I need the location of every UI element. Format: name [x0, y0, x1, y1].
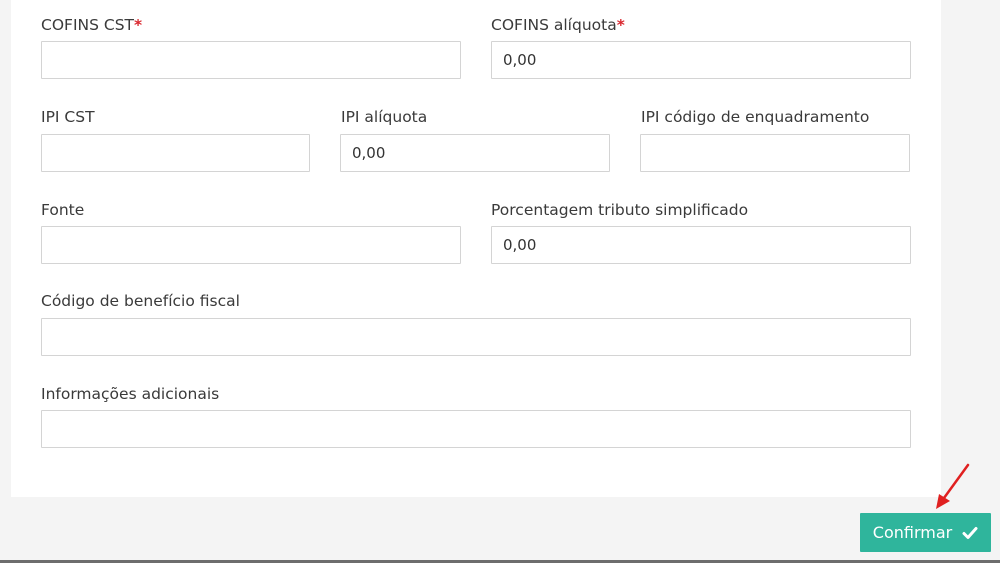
ipi-codigo-enquadramento-input[interactable] — [640, 134, 910, 172]
cofins-aliquota-label-text: COFINS alíquota — [491, 16, 617, 34]
ipi-cst-label: IPI CST — [41, 108, 95, 126]
codigo-beneficio-fiscal-input[interactable] — [41, 318, 911, 356]
ipi-aliquota-label: IPI alíquota — [341, 108, 428, 126]
fonte-label: Fonte — [41, 201, 85, 219]
cofins-cst-input[interactable] — [41, 41, 461, 79]
ipi-cst-input[interactable] — [41, 134, 310, 172]
required-mark: * — [134, 16, 143, 34]
porcentagem-tributo-input[interactable] — [491, 226, 911, 264]
porcentagem-tributo-label: Porcentagem tributo simplificado — [491, 201, 749, 219]
required-mark: * — [616, 16, 625, 34]
cofins-aliquota-input[interactable] — [491, 41, 911, 79]
informacoes-adicionais-label: Informações adicionais — [41, 385, 220, 403]
ipi-codigo-enquadramento-label: IPI código de enquadramento — [641, 108, 870, 126]
ipi-aliquota-input[interactable] — [340, 134, 610, 172]
cofins-cst-label: COFINS CST* — [41, 15, 142, 35]
confirm-button-label: Confirmar — [872, 523, 953, 542]
cofins-cst-label-text: COFINS CST — [41, 16, 134, 34]
check-icon — [962, 526, 978, 539]
cofins-aliquota-label: COFINS alíquota* — [491, 15, 625, 35]
codigo-beneficio-fiscal-label: Código de benefício fiscal — [41, 292, 240, 310]
confirm-button[interactable]: Confirmar — [860, 513, 991, 552]
informacoes-adicionais-input[interactable] — [41, 410, 911, 448]
annotation-arrow-icon — [936, 463, 970, 509]
fonte-input[interactable] — [41, 226, 461, 264]
